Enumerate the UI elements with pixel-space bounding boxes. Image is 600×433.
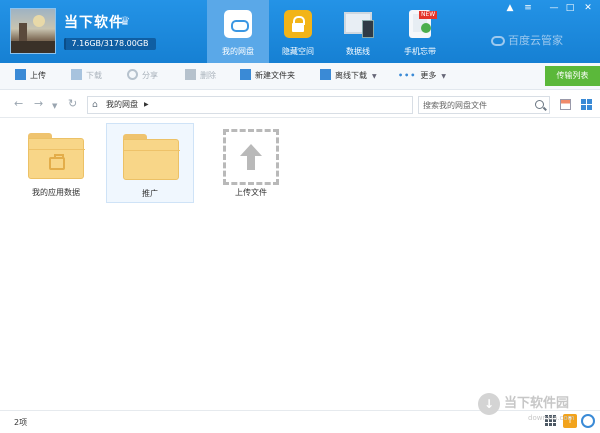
- more-button[interactable]: ••• 更多 ▼: [398, 69, 446, 83]
- offline-download-button[interactable]: 离线下载 ▼: [320, 69, 377, 83]
- upload-button[interactable]: 上传: [15, 69, 46, 83]
- delete-label: 删除: [200, 71, 216, 80]
- chevron-right-icon[interactable]: ▶: [144, 100, 149, 110]
- avatar-tower: [19, 23, 27, 43]
- forward-arrow-icon[interactable]: →: [34, 98, 43, 110]
- watermark: ↓ 当下软件园: [478, 392, 569, 415]
- grid-view-icon[interactable]: [581, 99, 592, 110]
- folder-line: [124, 150, 180, 151]
- more-dots-icon: •••: [398, 71, 417, 80]
- nav-label: 隐藏空间: [282, 47, 314, 56]
- home-icon[interactable]: ⌂: [92, 100, 102, 110]
- share-icon: [127, 69, 138, 80]
- item-count: 2项: [14, 418, 28, 427]
- cloud-icon: [224, 10, 252, 38]
- header: 当下软件 ♛ 7.16GB/3178.00GB 我的网盘 隐藏空间 数据线 NE…: [0, 0, 600, 63]
- search-input[interactable]: [419, 97, 529, 113]
- trash-icon: [185, 69, 196, 80]
- storage-bar: 7.16GB/3178.00GB: [64, 38, 156, 50]
- nav-label: 数据线: [346, 47, 370, 56]
- breadcrumb-item[interactable]: 我的网盘: [106, 100, 138, 110]
- upload-arrow-icon: [240, 144, 262, 156]
- briefcase-icon: [49, 154, 65, 170]
- upload-label: 上传: [30, 71, 46, 80]
- watermark-download-icon: ↓: [478, 392, 500, 415]
- offline-download-icon: [320, 69, 331, 80]
- new-badge: NEW: [419, 11, 438, 19]
- search-box: [418, 96, 550, 114]
- nav-data-cable[interactable]: 数据线: [327, 0, 389, 63]
- folder-body: [28, 138, 85, 179]
- brand-text: 百度云管家: [508, 34, 563, 47]
- minimize-icon[interactable]: —: [547, 3, 561, 13]
- folder-body: [123, 139, 180, 180]
- file-item[interactable]: 我的应用数据: [12, 123, 100, 203]
- address-bar: ← → ▼ ↻ ⌂ 我的网盘 ▶: [0, 91, 600, 118]
- devices-icon: [344, 10, 374, 38]
- share-button[interactable]: 分享: [127, 69, 158, 83]
- upload-file-item[interactable]: 上传文件: [207, 123, 295, 203]
- lock-icon: [284, 10, 312, 38]
- avatar-sun: [33, 15, 45, 27]
- avatar[interactable]: [10, 8, 56, 54]
- crown-icon[interactable]: ♛: [117, 14, 133, 28]
- bell-icon[interactable]: ▲: [503, 3, 517, 13]
- upload-file-label: 上传文件: [235, 188, 267, 197]
- more-label: 更多: [420, 71, 437, 80]
- new-folder-button[interactable]: 新建文件夹: [240, 69, 295, 83]
- search-icon[interactable]: [535, 100, 544, 109]
- upload-arrow-stem: [247, 156, 255, 170]
- maximize-icon[interactable]: □: [563, 3, 577, 13]
- close-icon[interactable]: ✕: [581, 3, 595, 13]
- transfer-list-button[interactable]: 传输列表: [545, 66, 600, 86]
- nav-label: 我的网盘: [222, 47, 254, 56]
- new-folder-label: 新建文件夹: [255, 71, 295, 80]
- nav-label: 手机忘带: [404, 47, 436, 56]
- nav-my-netdisk[interactable]: 我的网盘: [207, 0, 269, 63]
- brand-logo: 百度云管家: [491, 32, 563, 48]
- file-item[interactable]: 推广: [106, 123, 194, 203]
- download-queue-icon[interactable]: [581, 414, 595, 428]
- nav-phone-forgot[interactable]: NEW 手机忘带: [389, 0, 451, 63]
- back-arrow-icon[interactable]: ←: [14, 98, 23, 110]
- file-name: 我的应用数据: [32, 188, 80, 197]
- watermark-sub: downxia.com: [528, 414, 575, 422]
- watermark-text: 当下软件园: [504, 396, 570, 411]
- cloud-logo-icon: [491, 36, 505, 46]
- file-name: 推广: [142, 189, 158, 198]
- folder-icon: [123, 134, 180, 180]
- username[interactable]: 当下软件: [64, 12, 124, 32]
- upload-icon: [15, 69, 26, 80]
- share-label: 分享: [142, 71, 158, 80]
- toolbar: 上传 下载 分享 删除 新建文件夹 离线下载 ▼ ••• 更多 ▼: [0, 63, 600, 90]
- nav-hidden-space[interactable]: 隐藏空间: [267, 0, 329, 63]
- chevron-down-icon: ▼: [372, 73, 377, 80]
- breadcrumb[interactable]: ⌂ 我的网盘 ▶: [87, 96, 413, 114]
- menu-icon[interactable]: ≡: [521, 3, 535, 13]
- download-button[interactable]: 下载: [71, 69, 102, 83]
- refresh-icon[interactable]: ↻: [68, 98, 77, 110]
- chevron-down-icon: ▼: [441, 73, 446, 80]
- download-label: 下载: [86, 71, 102, 80]
- upload-placeholder: [223, 129, 279, 185]
- avatar-ground: [11, 41, 55, 53]
- download-icon: [71, 69, 82, 80]
- offline-download-label: 离线下载: [335, 71, 367, 80]
- history-dropdown-icon[interactable]: ▼: [52, 100, 57, 112]
- sort-icon[interactable]: [560, 99, 571, 110]
- new-folder-icon: [240, 69, 251, 80]
- folder-line: [29, 149, 85, 150]
- transfer-list-label: 传输列表: [556, 71, 589, 80]
- delete-button[interactable]: 删除: [185, 69, 216, 83]
- folder-icon: [28, 133, 85, 179]
- storage-text: 7.16GB/3178.00GB: [71, 39, 149, 48]
